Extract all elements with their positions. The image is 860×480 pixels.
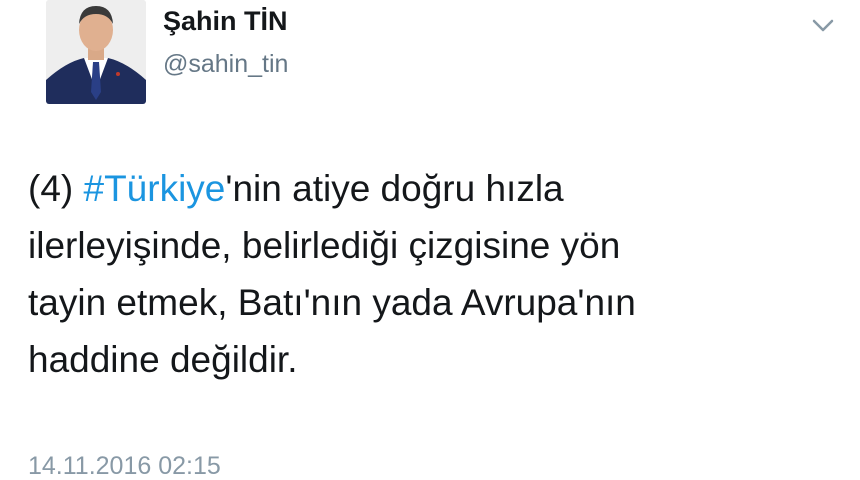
author-display-name[interactable]: Şahin TİN — [163, 6, 288, 37]
tweet-prefix: (4) — [28, 168, 84, 209]
tweet-text-line-4: haddine değildir. — [28, 339, 298, 380]
tweet-card: Şahin TİN @sahin_tin (4) #Türkiye'nin at… — [0, 0, 860, 480]
tweet-text-line-1: (4) #Türkiye'nin atiye doğru hızla — [28, 160, 828, 217]
hashtag-link[interactable]: #Türkiye — [84, 168, 226, 209]
tweet-text-line-3: tayin etmek, Batı'nın yada Avrupa'nın — [28, 282, 636, 323]
tweet-text: (4) #Türkiye'nin atiye doğru hızla ilerl… — [28, 160, 828, 388]
tweet-timestamp[interactable]: 14.11.2016 02:15 — [28, 452, 221, 480]
tweet-text-continuation: 'nin atiye doğru hızla — [225, 168, 564, 209]
avatar[interactable] — [46, 0, 146, 104]
author-handle[interactable]: @sahin_tin — [163, 50, 288, 79]
tweet-text-line-2: ilerleyişinde, belirlediği çizgisine yön — [28, 225, 621, 266]
avatar-portrait-icon — [46, 0, 146, 104]
chevron-down-icon[interactable] — [808, 14, 838, 38]
